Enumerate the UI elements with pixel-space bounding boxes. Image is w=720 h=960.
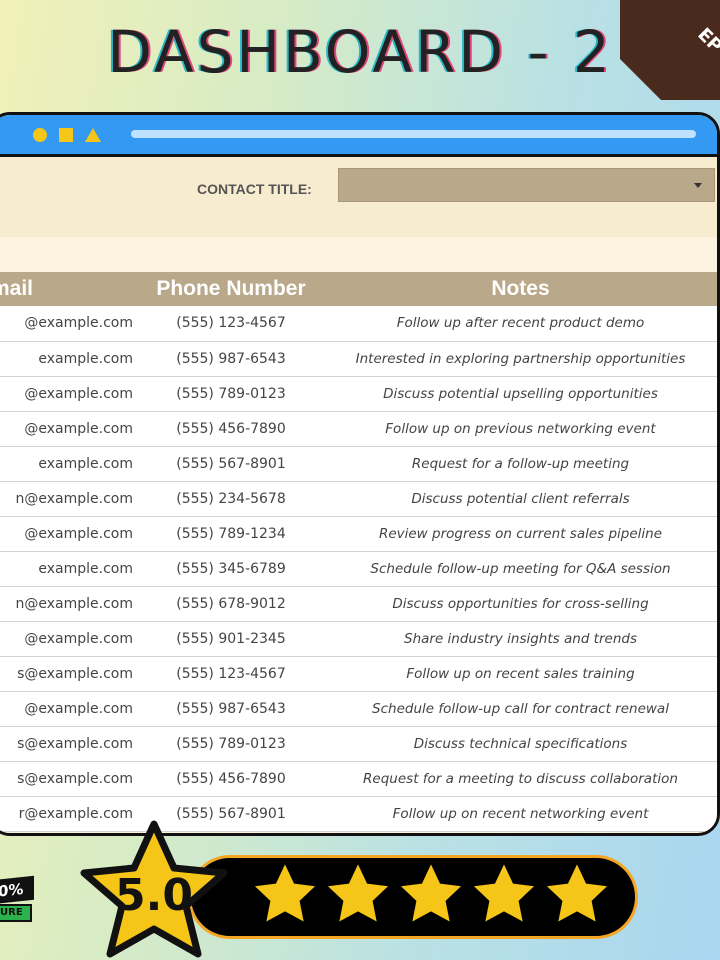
cell-phone: (555) 123-4567 (141, 656, 321, 692)
table-row[interactable]: n@example.com (555) 234-5678 Discuss poten… (0, 481, 717, 517)
star-icon (473, 864, 535, 922)
cell-email: example.com (0, 446, 141, 482)
cell-notes: Request for a meeting to discuss collabo… (321, 761, 717, 797)
cell-notes: Follow up on previous networking event (321, 411, 717, 447)
column-header-phone[interactable]: Phone Number (141, 272, 321, 306)
cell-email: example.com (0, 551, 141, 587)
cell-phone: (555) 901-2345 (141, 621, 321, 657)
cell-phone: (555) 987-6543 (141, 691, 321, 727)
rating-score: 5.0 (115, 870, 193, 921)
cell-phone: (555) 789-1234 (141, 516, 321, 552)
cell-notes: Follow up after recent product demo (321, 306, 717, 342)
table-row[interactable]: example.com (555) 345-6789 Schedule follow… (0, 551, 717, 587)
cell-email: @example.com (0, 411, 141, 447)
cell-notes: Discuss opportunities for cross-selling (321, 586, 717, 622)
cell-notes: Schedule follow-up meeting for Q&A sessi… (321, 551, 717, 587)
corner-ribbon: EP (620, 0, 720, 100)
address-bar[interactable] (131, 130, 696, 138)
table-row[interactable]: @example.com (555) 987-6543 Schedule follo… (0, 691, 717, 727)
column-header-email[interactable]: mail (0, 272, 141, 306)
table-row[interactable]: @example.com (555) 789-1234 Review progres… (0, 516, 717, 552)
guarantee-badge-bottom: URE (0, 904, 32, 922)
table-row[interactable]: @example.com (555) 789-0123 Discuss potent… (0, 376, 717, 412)
cell-phone: (555) 678-9012 (141, 586, 321, 622)
cell-notes: Discuss technical specifications (321, 726, 717, 762)
contacts-table: mail Phone Number Notes @example.com(555… (0, 272, 717, 832)
cell-notes: Schedule follow-up call for contract ren… (321, 691, 717, 727)
cell-phone: (555) 987-6543 (141, 341, 321, 377)
cell-email: s@example.com (0, 726, 141, 762)
cell-email: @example.com (0, 516, 141, 552)
cell-email: @example.com (0, 691, 141, 727)
table-row[interactable]: @example.com (555) 456-7890 Follow up on p… (0, 411, 717, 447)
table-row[interactable]: s@example.com (555) 789-0123 Discuss techn… (0, 726, 717, 762)
cell-notes: Discuss potential client referrals (321, 481, 717, 517)
cell-email: @example.com (0, 621, 141, 657)
chevron-down-icon[interactable] (694, 183, 702, 188)
cell-notes: Share industry insights and trends (321, 621, 717, 657)
table-row[interactable]: example.com (555) 987-6543 Interested in e… (0, 341, 717, 377)
cell-notes: Request for a follow-up meeting (321, 446, 717, 482)
cell-email: s@example.com (0, 761, 141, 797)
cell-email: example.com (0, 341, 141, 377)
page-title: DASHBOARD - 2 (107, 18, 613, 86)
cell-notes: Discuss potential upselling opportunitie… (321, 376, 717, 412)
table-header-row: mail Phone Number Notes (0, 272, 717, 306)
square-icon (59, 128, 73, 142)
cell-notes: Follow up on recent networking event (321, 796, 717, 832)
cell-notes: Interested in exploring partnership oppo… (321, 341, 717, 377)
cell-email: @example.com (0, 306, 141, 342)
star-icon (254, 864, 316, 922)
triangle-icon (85, 128, 101, 142)
cell-phone: (555) 456-7890 (141, 411, 321, 447)
column-header-notes[interactable]: Notes (321, 272, 717, 306)
window-titlebar (0, 115, 717, 157)
guarantee-badge: 0% URE (0, 866, 42, 932)
circle-icon (33, 128, 47, 142)
cell-email: n@example.com (0, 586, 141, 622)
table-row[interactable]: @example.com (555) 901-2345 Share industry… (0, 621, 717, 657)
guarantee-badge-top: 0% (0, 875, 34, 905)
cell-phone: (555) 345-6789 (141, 551, 321, 587)
contact-title-select[interactable] (338, 168, 715, 202)
cell-email: n@example.com (0, 481, 141, 517)
contact-title-label: CONTACT TITLE: (197, 181, 312, 197)
cell-email: @example.com (0, 376, 141, 412)
cell-notes: Follow up on recent sales training (321, 656, 717, 692)
filter-panel: CONTACT TITLE: (0, 157, 717, 237)
table-row[interactable]: n@example.com (555) 678-9012 Discuss oppor… (0, 586, 717, 622)
star-icon (400, 864, 462, 922)
cell-notes: Review progress on current sales pipelin… (321, 516, 717, 552)
table-row[interactable]: example.com (555) 567-8901 Request for a f… (0, 446, 717, 482)
cell-phone: (555) 456-7890 (141, 761, 321, 797)
rating-stars (250, 860, 610, 936)
cell-phone: (555) 234-5678 (141, 481, 321, 517)
star-icon (546, 864, 608, 922)
cell-phone: (555) 789-0123 (141, 726, 321, 762)
table-row[interactable]: s@example.com (555) 456-7890 Request for a… (0, 761, 717, 797)
cell-email: s@example.com (0, 656, 141, 692)
cell-phone: (555) 123-4567 (141, 306, 321, 342)
table-row[interactable]: s@example.com (555) 123-4567 Follow up on … (0, 656, 717, 692)
table-row[interactable]: @example.com (555) 123-4567 Follow up afte… (0, 306, 717, 342)
cell-phone: (555) 789-0123 (141, 376, 321, 412)
browser-window: CONTACT TITLE: mail Phone Number Notes @… (0, 112, 720, 836)
star-icon (327, 864, 389, 922)
table-body: @example.com (555) 123-4567 Follow up afte… (0, 306, 717, 832)
cell-phone: (555) 567-8901 (141, 446, 321, 482)
